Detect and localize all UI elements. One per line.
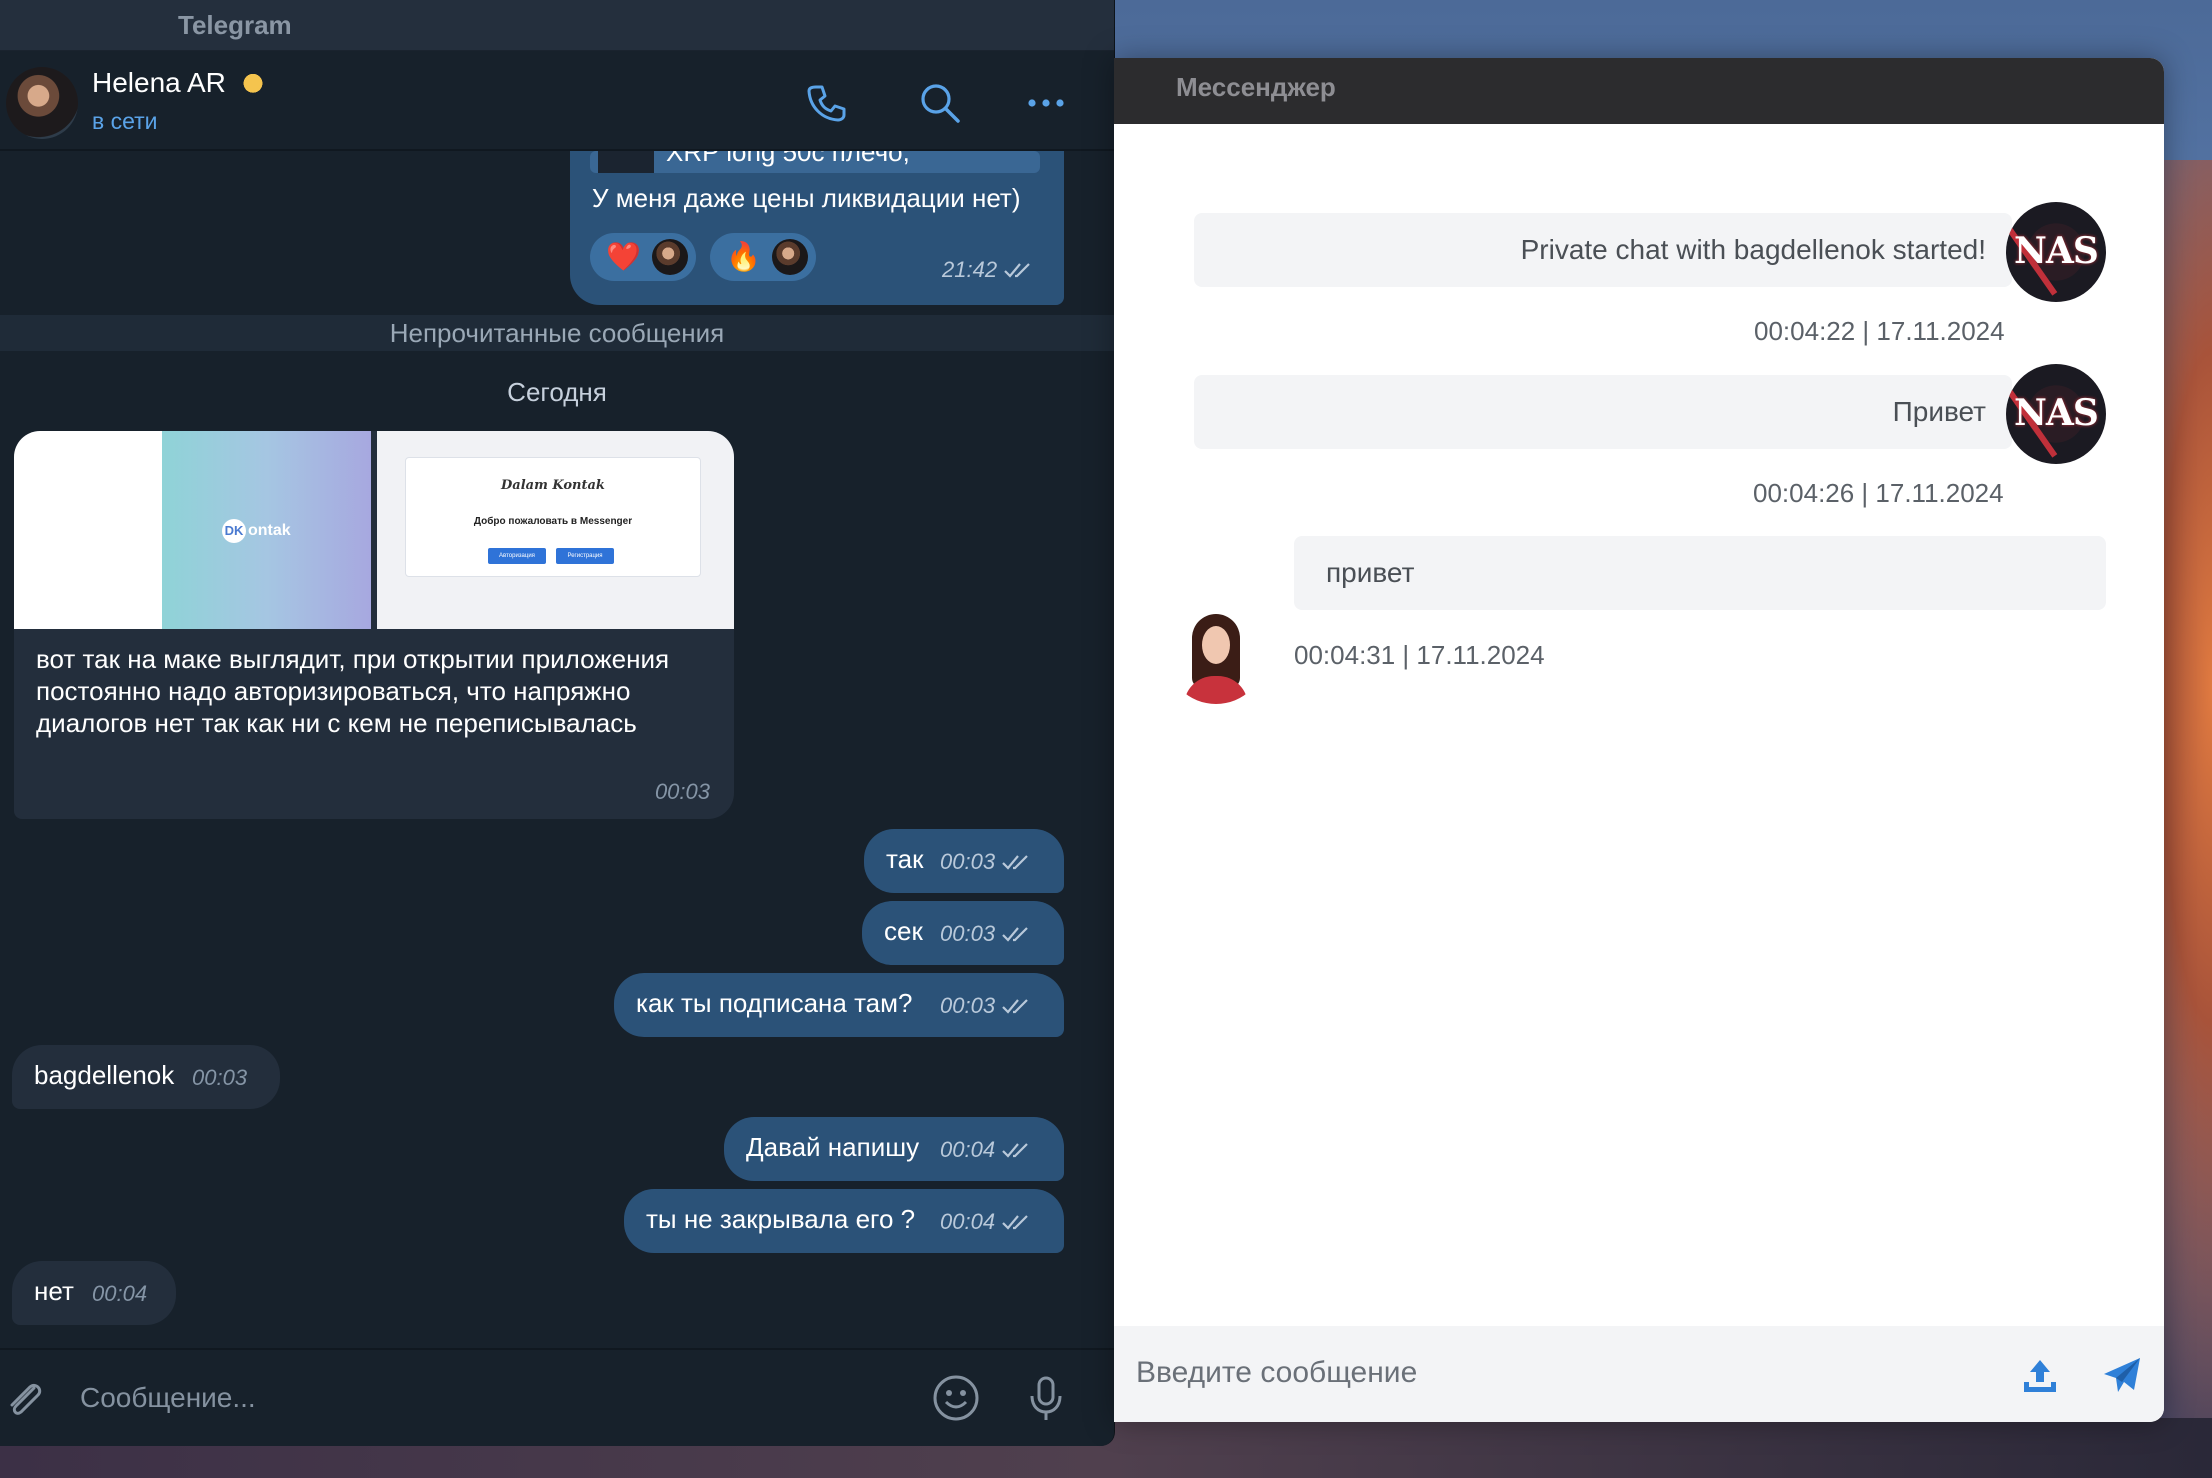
contact-status: в сети	[92, 108, 158, 134]
reaction-fire[interactable]: 🔥	[710, 233, 816, 281]
message-list[interactable]: XRP long 50с плечо, У меня даже цены лик…	[0, 151, 1114, 1347]
avatar-text: NAS	[2014, 230, 2099, 272]
message-bubble: Private chat with bagdellenok started!	[1194, 213, 2012, 287]
message-time: 00:04	[940, 1137, 1031, 1163]
avatar-text: NAS	[2014, 392, 2099, 434]
messenger-window: Мессенджер Private chat with bagdellenok…	[1114, 58, 2164, 1422]
message-incoming[interactable]: bagdellenok 00:03	[12, 1045, 280, 1109]
double-check-icon	[1002, 999, 1028, 1014]
message-timestamp: 00:04:31 | 17.11.2024	[1294, 640, 1545, 670]
window-title: Мессенджер	[1176, 72, 1336, 102]
message-timestamp: 00:04:26 | 17.11.2024	[1753, 478, 2004, 508]
double-check-icon	[1002, 927, 1028, 942]
contact-avatar[interactable]	[6, 67, 78, 139]
avatar[interactable]	[1166, 604, 1266, 704]
reaction-heart[interactable]: ❤️	[590, 233, 696, 281]
auth-button: Авторизация	[488, 548, 546, 564]
fire-icon: 🔥	[726, 241, 761, 272]
login-card: Dalam Kontak Добро пожаловать в Messenge…	[405, 457, 701, 577]
messenger-titlebar[interactable]: Мессенджер	[1114, 58, 2164, 124]
message-outgoing[interactable]: сек 00:03	[862, 901, 1064, 965]
double-check-icon	[1002, 855, 1028, 870]
message-text: так	[886, 844, 924, 874]
message-input[interactable]: Сообщение...	[80, 1382, 256, 1414]
message-time: 00:03	[940, 849, 1031, 875]
message-outgoing[interactable]: XRP long 50с плечо, У меня даже цены лик…	[570, 151, 1064, 305]
message-incoming[interactable]: нет 00:04	[12, 1261, 176, 1325]
card-subtitle: Добро пожаловать в Messenger	[473, 516, 633, 527]
reply-quote-thumbnail	[598, 151, 654, 173]
telegram-window: Telegram Helena AR в сети XRP long 50с п…	[0, 0, 1115, 1446]
search-icon[interactable]	[916, 79, 964, 127]
reaction-avatar	[652, 239, 688, 275]
double-check-icon	[1002, 1215, 1028, 1230]
reaction-avatar	[772, 239, 808, 275]
message-time: 00:03	[192, 1065, 248, 1090]
time-text: 00:04	[940, 1137, 996, 1162]
screenshot-image-2[interactable]: Dalam Kontak Добро пожаловать в Messenge…	[377, 431, 734, 629]
contact-name[interactable]: Helena AR	[92, 67, 268, 99]
message-outgoing[interactable]: как ты подписана там? 00:03	[614, 973, 1064, 1037]
message-time: 21:42	[942, 257, 1033, 283]
message-composer: Сообщение...	[0, 1348, 1114, 1446]
message-time: 00:03	[654, 779, 710, 804]
message-outgoing[interactable]: ты не закрывала его ? 00:04	[624, 1189, 1064, 1253]
reply-quote[interactable]: XRP long 50с плечо,	[590, 151, 1040, 173]
more-icon[interactable]	[1022, 79, 1070, 127]
phone-icon[interactable]	[802, 79, 850, 127]
double-check-icon	[1004, 263, 1030, 278]
message-time: 00:04	[940, 1209, 1031, 1235]
card-title: Dalam Kontak	[501, 478, 605, 493]
upload-icon[interactable]	[2018, 1354, 2062, 1398]
message-time: 00:03	[940, 993, 1031, 1019]
chat-header: Helena AR в сети	[0, 51, 1114, 151]
register-button: Регистрация	[556, 548, 614, 564]
double-check-icon	[1002, 1143, 1028, 1158]
paperclip-icon[interactable]	[0, 1372, 52, 1424]
app-logo: DK ontak	[222, 519, 291, 543]
message-incoming-media[interactable]: DK ontak Dalam Kontak Добро пожаловать в …	[14, 431, 734, 819]
message-text: вот так на маке выглядит, при открытии п…	[36, 644, 670, 738]
screenshot-image-1[interactable]: DK ontak	[14, 431, 371, 629]
message-timestamp: 00:04:22 | 17.11.2024	[1754, 316, 2005, 346]
message-bubble: привет	[1294, 536, 2106, 610]
message-text: сек	[884, 916, 923, 946]
microphone-icon[interactable]	[1020, 1372, 1072, 1424]
avatar[interactable]: NAS	[2006, 202, 2106, 302]
message-time: 00:03	[940, 921, 1031, 947]
time-text: 00:04	[940, 1209, 996, 1234]
message-outgoing[interactable]: так 00:03	[864, 829, 1064, 893]
logo-badge: DK	[222, 519, 246, 543]
time-text: 21:42	[942, 257, 998, 282]
emoji-icon[interactable]	[930, 1372, 982, 1424]
logo-text: ontak	[248, 522, 291, 539]
time-text: 00:03	[940, 849, 996, 874]
message-input[interactable]: Введите сообщение	[1136, 1356, 1417, 1390]
message-text: нет	[34, 1276, 74, 1306]
window-title: Telegram	[178, 10, 292, 40]
contact-name-text: Helena AR	[92, 67, 226, 98]
message-time: 00:04	[92, 1281, 148, 1306]
avatar[interactable]: NAS	[2006, 364, 2106, 464]
unread-divider: Непрочитанные сообщения	[0, 315, 1114, 351]
messenger-composer: Введите сообщение	[1114, 1326, 2164, 1422]
telegram-titlebar[interactable]: Telegram	[0, 0, 1114, 51]
time-text: 00:03	[940, 921, 996, 946]
message-text: ты не закрывала его ?	[646, 1204, 916, 1234]
message-text: как ты подписана там?	[636, 988, 913, 1018]
send-icon[interactable]	[2100, 1354, 2144, 1398]
date-separator: Сегодня	[507, 377, 607, 407]
message-text: У меня даже цены ликвидации нет)	[592, 183, 1021, 213]
message-text: bagdellenok	[34, 1060, 175, 1090]
time-text: 00:03	[940, 993, 996, 1018]
message-bubble: Привет	[1194, 375, 2012, 449]
heart-icon: ❤️	[606, 241, 641, 272]
emoji-status-icon	[237, 69, 268, 95]
message-outgoing[interactable]: Давай напишу 00:04	[724, 1117, 1064, 1181]
reply-quote-text: XRP long 50с плечо,	[666, 151, 910, 167]
messenger-message-list[interactable]: Private chat with bagdellenok started! N…	[1114, 124, 2164, 1326]
message-text: Давай напишу	[746, 1132, 920, 1162]
avatar-face	[1202, 626, 1230, 664]
